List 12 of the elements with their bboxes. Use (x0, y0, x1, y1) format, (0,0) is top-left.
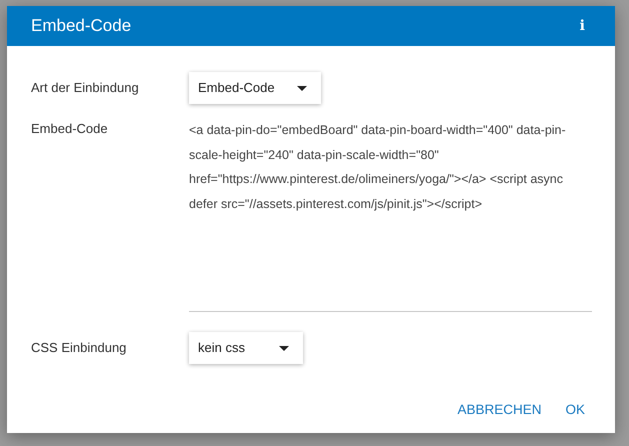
cancel-button[interactable]: ABBRECHEN (457, 400, 542, 420)
dialog-title: Embed-Code (31, 16, 132, 36)
field-label: Art der Einbindung (31, 79, 140, 98)
code-textarea[interactable]: <a data-pin-do="embedBoard" data-pin-board-width="400" data-pin-scale-height="240" data-pin-scale-width="80" href="https://www.pinterest.de/olimeiners/yoga/"></a> <script async defer src="//assets.pinterest.com/js/pinit.js"></script> (189, 118, 592, 312)
caret-icon (297, 86, 307, 90)
field-label: Embed-Code (31, 120, 109, 138)
field-label: CSS Einbindung (31, 339, 128, 358)
dropdown[interactable]: Embed-Code (189, 72, 321, 104)
info-icon[interactable]: i (580, 19, 585, 33)
caret-icon (279, 346, 289, 350)
ok-button[interactable]: OK (565, 400, 585, 420)
dropdown[interactable]: kein css (189, 332, 303, 364)
